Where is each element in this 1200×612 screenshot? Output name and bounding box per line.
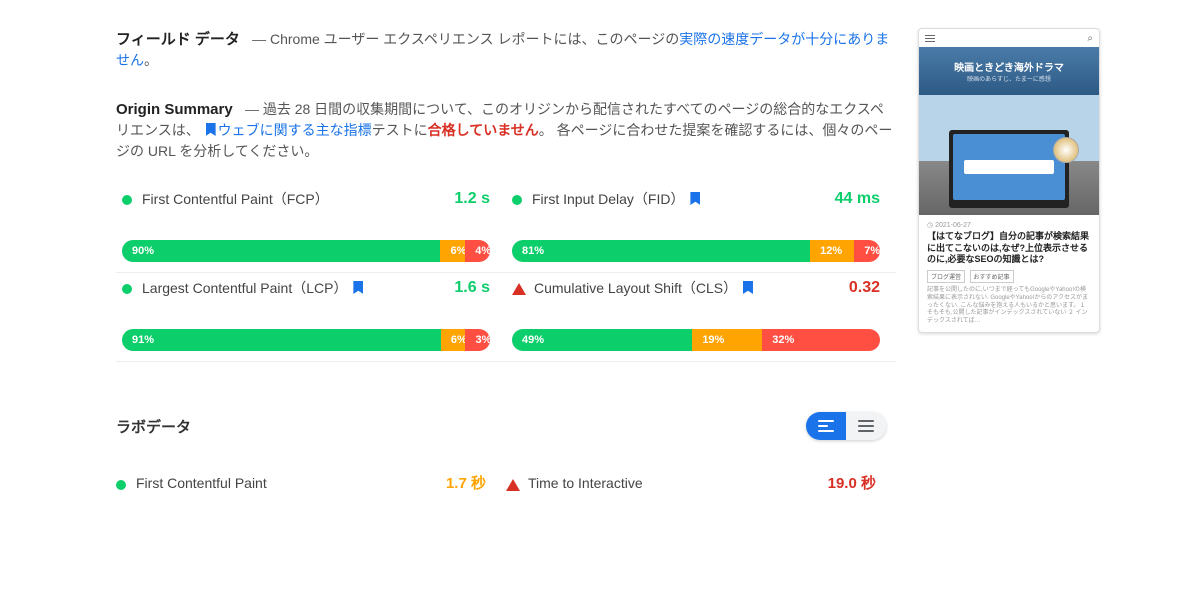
lab-metric-value: 19.0 秒 <box>828 472 876 493</box>
dist-poor: 4% <box>465 240 490 262</box>
distribution-bar: 90%6%4% <box>122 240 490 262</box>
preview-article-title: 【はてなブログ】自分の記事が検索結果に出てこないのは,なぜ?上位表示させるのに,… <box>927 231 1091 266</box>
page-preview-thumbnail: ⌕ 映画ときどき海外ドラマ 映画のあらすじ、たまーに感想 ◷ 2021-06-2… <box>918 28 1100 333</box>
web-vitals-link[interactable]: ウェブに関する主な指標 <box>218 122 372 138</box>
dist-poor: 3% <box>465 329 490 351</box>
field-data-title: フィールド データ <box>116 31 240 48</box>
toggle-expanded-button[interactable] <box>806 412 846 440</box>
metric-value: 1.2 s <box>454 190 490 208</box>
field-data-section: フィールド データ — Chrome ユーザー エクスペリエンス レポートには、… <box>116 28 896 71</box>
dist-ni: 6% <box>441 329 466 351</box>
metric-value: 44 ms <box>835 190 880 208</box>
metric-card: Cumulative Layout Shift（CLS） 0.32 49%19%3… <box>506 273 896 362</box>
dist-good: 90% <box>122 240 440 262</box>
origin-summary-title: Origin Summary <box>116 101 233 118</box>
metric-card: Largest Contentful Paint（LCP） 1.6 s 91%6%… <box>116 273 506 362</box>
dist-good: 49% <box>512 329 692 351</box>
toggle-compact-button[interactable] <box>846 412 886 440</box>
distribution-bar: 81%12%7% <box>512 240 880 262</box>
lab-view-toggle <box>806 412 886 440</box>
status-pass-icon <box>122 284 132 294</box>
search-icon: ⌕ <box>1087 33 1093 44</box>
lab-metric-name: Time to Interactive <box>528 475 643 491</box>
lab-metric: First Contentful Paint 1.7 秒 <box>116 468 506 497</box>
dist-ni: 12% <box>810 240 854 262</box>
dist-ni: 6% <box>440 240 465 262</box>
metric-card: First Input Delay（FID） 44 ms 81%12%7% <box>506 184 896 273</box>
lab-metrics-row: First Contentful Paint 1.7 秒 Time to Inter… <box>116 468 896 497</box>
dist-ni: 19% <box>692 329 762 351</box>
lab-metric-name: First Contentful Paint <box>136 475 267 491</box>
fail-status: 合格していません <box>428 122 539 138</box>
preview-hero-sub: 映画のあらすじ、たまーに感想 <box>967 74 1051 83</box>
metric-name: Largest Contentful Paint（LCP） <box>142 279 365 299</box>
dist-good: 81% <box>512 240 810 262</box>
preview-tag: おすすめ記事 <box>970 270 1014 283</box>
metric-name: Cumulative Layout Shift（CLS） <box>534 279 755 299</box>
origin-metrics-grid: First Contentful Paint（FCP）1.2 s90%6%4%F… <box>116 184 896 362</box>
lab-metric: Time to Interactive 19.0 秒 <box>506 468 896 497</box>
distribution-bar: 91%6%3% <box>122 329 490 351</box>
metric-name: First Input Delay（FID） <box>532 190 702 210</box>
bookmark-icon <box>206 123 216 136</box>
metric-name: First Contentful Paint（FCP） <box>142 190 329 210</box>
status-pass-icon <box>512 195 522 205</box>
preview-date: ◷ 2021-06-27 <box>927 221 1091 229</box>
status-fail-icon <box>512 283 526 295</box>
preview-hero-title: 映画ときどき海外ドラマ <box>954 59 1064 74</box>
lab-metric-value: 1.7 秒 <box>446 472 486 493</box>
preview-tag: ブログ運営 <box>927 270 965 283</box>
lab-data-title: ラボデータ <box>116 416 191 437</box>
metric-value: 0.32 <box>849 279 880 297</box>
bookmark-icon <box>743 281 753 294</box>
metric-card: First Contentful Paint（FCP） 1.2 s 90%6%4% <box>116 184 506 273</box>
dist-poor: 7% <box>854 240 880 262</box>
origin-summary-section: Origin Summary — 過去 28 日間の収集期間について、このオリジ… <box>116 99 896 162</box>
bookmark-icon <box>353 281 363 294</box>
status-fail-icon <box>506 479 520 491</box>
magnifier-icon <box>1053 137 1079 163</box>
bookmark-icon <box>690 192 700 205</box>
preview-body: 記事を公開したのに,いつまで経ってもGoogleやYahoo!の検索結果に表示さ… <box>927 287 1091 326</box>
status-pass-icon <box>116 480 126 490</box>
status-pass-icon <box>122 195 132 205</box>
hamburger-icon <box>925 35 935 42</box>
metric-value: 1.6 s <box>454 279 490 297</box>
dist-good: 91% <box>122 329 441 351</box>
distribution-bar: 49%19%32% <box>512 329 880 351</box>
dist-poor: 32% <box>762 329 880 351</box>
